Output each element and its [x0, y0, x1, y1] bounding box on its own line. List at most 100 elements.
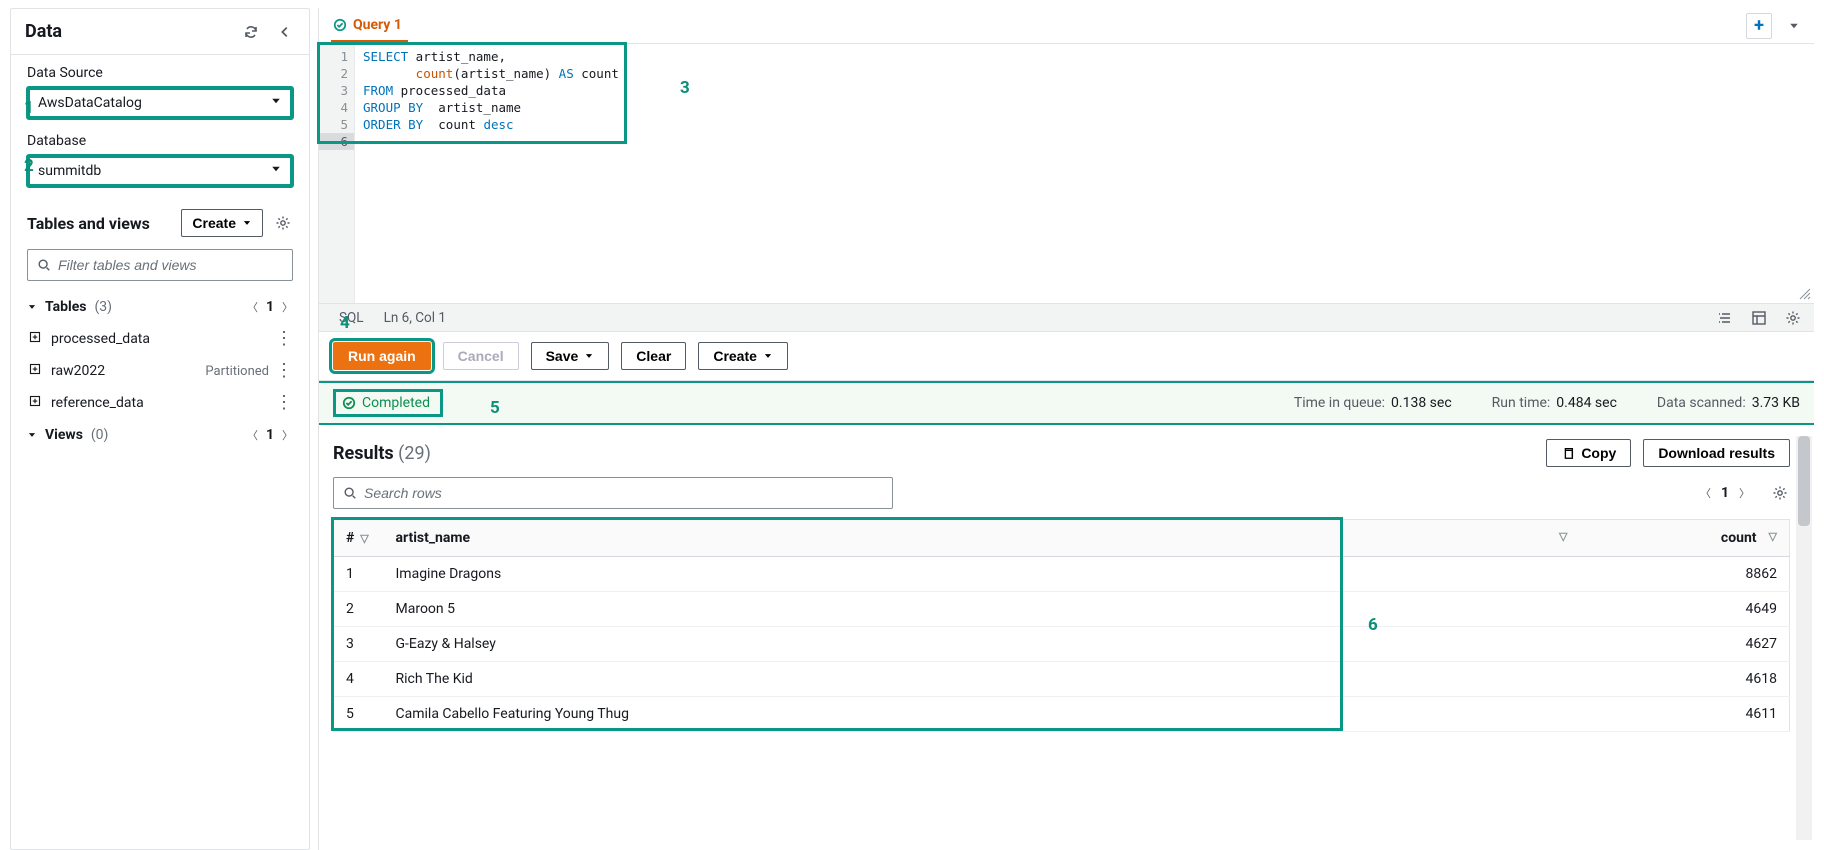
filter-tables-input[interactable]	[58, 257, 284, 273]
col-index[interactable]: #▽	[334, 520, 384, 557]
data-source-select[interactable]: AwsDataCatalog	[27, 87, 293, 119]
table-name: reference_data	[51, 395, 144, 411]
tables-group-header[interactable]: Tables (3) 〈 1 〉	[17, 291, 303, 323]
query-status-row: Completed Time in queue: 0.138 sec Run ti…	[319, 381, 1814, 425]
clear-button[interactable]: Clear	[621, 342, 686, 370]
annotation-3: 3	[680, 78, 690, 98]
table-menu-icon[interactable]: ⋮	[275, 362, 293, 380]
cancel-button: Cancel	[443, 342, 519, 370]
editor-position: Ln 6, Col 1	[384, 310, 446, 326]
views-page: 1	[266, 427, 274, 443]
table-row[interactable]: 5Camila Cabello Featuring Young Thug4611	[334, 697, 1790, 732]
data-source-label: Data Source	[27, 65, 293, 81]
views-group-header[interactable]: Views (0) 〈 1 〉	[17, 419, 303, 451]
settings-icon[interactable]	[1782, 307, 1804, 329]
table-menu-icon[interactable]: ⋮	[275, 394, 293, 412]
refresh-icon[interactable]	[241, 22, 261, 42]
query-actions: Run again Cancel Save Clear Create	[319, 332, 1814, 381]
expand-icon	[29, 331, 41, 347]
add-tab-button[interactable]: +	[1746, 13, 1772, 39]
expand-icon	[29, 363, 41, 379]
completed-badge: Completed	[333, 389, 443, 417]
chevron-down-icon	[270, 163, 282, 179]
tables-count: (3)	[94, 299, 112, 315]
tables-next-page[interactable]: 〉	[282, 299, 293, 315]
main: Query 1 + 1 2 3 4 5 6 SELECT artist_name…	[318, 8, 1814, 850]
views-label: Views	[45, 427, 83, 443]
annotation-5: 5	[490, 398, 500, 418]
query-tabbar: Query 1 +	[319, 8, 1814, 44]
editor-resize-handle[interactable]	[1798, 287, 1812, 301]
sidebar-title: Data	[25, 21, 62, 42]
views-prev-page[interactable]: 〈	[247, 427, 258, 443]
chevron-down-icon	[270, 95, 282, 111]
table-name: processed_data	[51, 331, 150, 347]
queue-value: 0.138 sec	[1391, 395, 1452, 411]
col-count[interactable]: count▽	[1580, 520, 1790, 557]
tables-page: 1	[266, 299, 274, 315]
search-icon	[342, 483, 358, 503]
table-tag: Partitioned	[205, 364, 269, 379]
table-item-processed-data[interactable]: processed_data ⋮	[17, 323, 303, 355]
table-row[interactable]: 3G-Eazy & Halsey4627	[334, 627, 1790, 662]
database-select[interactable]: summitdb	[27, 155, 293, 187]
queue-label: Time in queue:	[1294, 395, 1385, 411]
views-next-page[interactable]: 〉	[282, 427, 293, 443]
runtime-value: 0.484 sec	[1556, 395, 1617, 411]
scanned-value: 3.73 KB	[1752, 395, 1800, 411]
results-next-page[interactable]: 〉	[1739, 485, 1750, 501]
sidebar: Data Data Source AwsDataCatalog Database	[10, 8, 310, 850]
create-query-button[interactable]: Create	[698, 342, 788, 370]
gear-icon[interactable]	[273, 213, 293, 233]
tab-label: Query 1	[353, 17, 402, 33]
filter-tables-input-wrap[interactable]	[27, 249, 293, 281]
table-item-reference-data[interactable]: reference_data ⋮	[17, 387, 303, 419]
results-title: Results (29)	[333, 443, 431, 464]
results-page: 1	[1721, 485, 1729, 501]
tables-label: Tables	[45, 299, 86, 315]
table-menu-icon[interactable]: ⋮	[275, 330, 293, 348]
table-item-raw2022[interactable]: raw2022 Partitioned ⋮	[17, 355, 303, 387]
table-row[interactable]: 1Imagine Dragons8862	[334, 557, 1790, 592]
search-rows-wrap[interactable]	[333, 477, 893, 509]
data-source-value: AwsDataCatalog	[38, 95, 142, 111]
search-rows-input[interactable]	[364, 485, 884, 501]
editor-gutter: 1 2 3 4 5 6	[319, 44, 355, 303]
expand-icon	[29, 395, 41, 411]
collapse-sidebar-icon[interactable]	[275, 22, 295, 42]
results-settings-icon[interactable]	[1770, 483, 1790, 503]
tables-prev-page[interactable]: 〈	[247, 299, 258, 315]
annotation-6: 6	[1368, 615, 1378, 635]
runtime-label: Run time:	[1492, 395, 1551, 411]
create-table-button[interactable]: Create	[181, 209, 263, 237]
table-row[interactable]: 4Rich The Kid4618	[334, 662, 1790, 697]
layout-icon[interactable]	[1748, 307, 1770, 329]
copy-results-button[interactable]: Copy	[1546, 439, 1631, 467]
views-count: (0)	[91, 427, 109, 443]
database-label: Database	[27, 133, 293, 149]
col-artist-name[interactable]: artist_name▽	[384, 520, 1580, 557]
format-icon[interactable]	[1714, 307, 1736, 329]
tab-query-1[interactable]: Query 1	[331, 9, 408, 42]
annotation-1: 1	[24, 98, 34, 118]
results-area: Results (29) Copy Download results	[319, 425, 1814, 850]
search-icon	[36, 255, 52, 275]
results-scrollbar[interactable]	[1796, 436, 1812, 840]
table-name: raw2022	[51, 363, 105, 379]
database-value: summitdb	[38, 163, 101, 179]
results-table: #▽ artist_name▽ count▽ 1Imagine Dragons8…	[333, 519, 1790, 732]
annotation-4: 4	[340, 313, 350, 333]
tables-views-title: Tables and views	[27, 214, 150, 233]
run-again-button[interactable]: Run again	[333, 342, 431, 370]
sql-editor[interactable]: 1 2 3 4 5 6 SELECT artist_name, count(ar…	[319, 44, 1814, 304]
editor-statusbar: SQL Ln 6, Col 1	[319, 304, 1814, 332]
save-button[interactable]: Save	[531, 342, 610, 370]
table-row[interactable]: 2Maroon 54649	[334, 592, 1790, 627]
tab-menu-chevron[interactable]	[1784, 16, 1804, 36]
scanned-label: Data scanned:	[1657, 395, 1746, 411]
annotation-2: 2	[24, 156, 34, 176]
download-results-button[interactable]: Download results	[1643, 439, 1790, 467]
results-prev-page[interactable]: 〈	[1700, 485, 1711, 501]
create-label: Create	[192, 215, 236, 231]
editor-code[interactable]: SELECT artist_name, count(artist_name) A…	[355, 44, 1814, 303]
